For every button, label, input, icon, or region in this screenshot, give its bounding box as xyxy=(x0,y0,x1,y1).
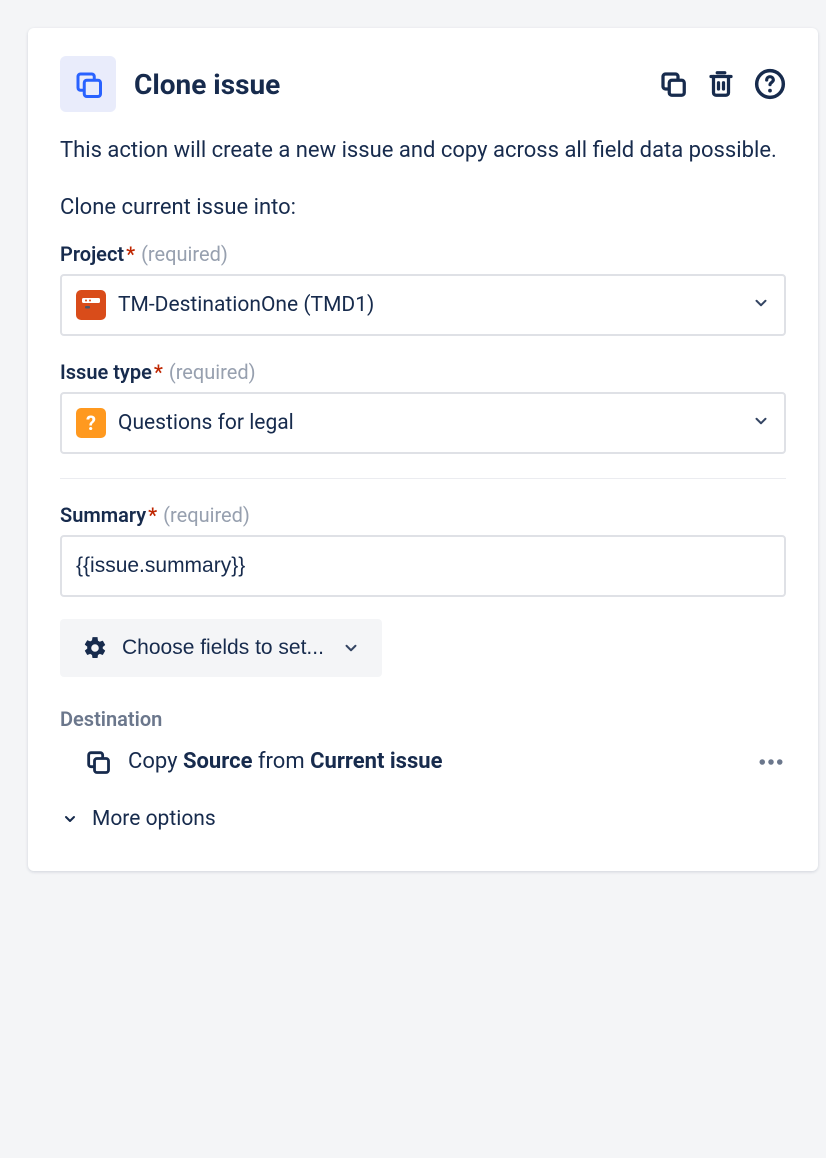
panel-header: Clone issue xyxy=(60,56,786,112)
panel-title: Clone issue xyxy=(134,68,658,101)
panel-description: This action will create a new issue and … xyxy=(60,136,786,167)
gear-icon xyxy=(82,635,108,661)
project-select[interactable]: TM-DestinationOne (TMD1) xyxy=(60,274,786,336)
help-icon[interactable] xyxy=(754,68,786,100)
more-options-toggle[interactable]: More options xyxy=(60,807,786,831)
copy-icon xyxy=(84,748,112,776)
summary-label: Summary*(required) xyxy=(60,503,786,527)
summary-input[interactable] xyxy=(60,535,786,597)
issuetype-value: Questions for legal xyxy=(118,411,752,435)
project-avatar-icon xyxy=(76,290,106,320)
chevron-down-icon xyxy=(752,294,770,316)
clone-into-heading: Clone current issue into: xyxy=(60,195,786,220)
issuetype-avatar-icon: ? xyxy=(76,408,106,438)
chevron-down-icon xyxy=(342,639,360,657)
header-actions xyxy=(658,68,786,100)
choose-fields-button[interactable]: Choose fields to set... xyxy=(60,619,382,677)
chevron-down-icon xyxy=(752,412,770,434)
issuetype-label: Issue type*(required) xyxy=(60,360,786,384)
duplicate-icon[interactable] xyxy=(658,69,688,99)
copy-source-text: Copy Source from Current issue xyxy=(128,749,756,774)
project-value: TM-DestinationOne (TMD1) xyxy=(118,293,752,317)
project-label: Project*(required) xyxy=(60,242,786,266)
copy-source-row[interactable]: Copy Source from Current issue xyxy=(60,747,786,777)
issuetype-select[interactable]: ? Questions for legal xyxy=(60,392,786,454)
chevron-down-icon xyxy=(62,811,78,827)
clone-icon xyxy=(60,56,116,112)
divider xyxy=(60,478,786,479)
trash-icon[interactable] xyxy=(706,69,736,99)
more-actions-icon[interactable] xyxy=(756,747,786,777)
clone-issue-panel: Clone issue xyxy=(28,28,818,871)
destination-section-label: Destination xyxy=(60,707,786,731)
